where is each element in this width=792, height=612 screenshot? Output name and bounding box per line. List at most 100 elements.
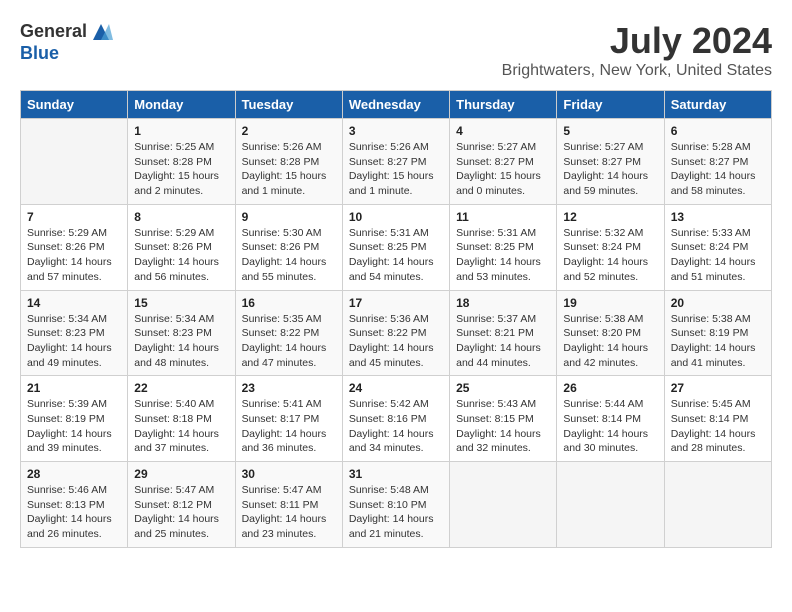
day-number: 3 <box>349 124 443 138</box>
header-monday: Monday <box>128 91 235 119</box>
header-tuesday: Tuesday <box>235 91 342 119</box>
calendar-cell <box>450 462 557 548</box>
calendar-cell: 13 Sunrise: 5:33 AM Sunset: 8:24 PM Dayli… <box>664 204 771 290</box>
day-number: 6 <box>671 124 765 138</box>
calendar-cell: 29 Sunrise: 5:47 AM Sunset: 8:12 PM Dayli… <box>128 462 235 548</box>
calendar-cell: 11 Sunrise: 5:31 AM Sunset: 8:25 PM Dayli… <box>450 204 557 290</box>
calendar-cell: 15 Sunrise: 5:34 AM Sunset: 8:23 PM Dayli… <box>128 290 235 376</box>
calendar-cell <box>557 462 664 548</box>
day-info: Sunrise: 5:38 AM Sunset: 8:20 PM Dayligh… <box>563 312 657 371</box>
day-number: 26 <box>563 381 657 395</box>
day-info: Sunrise: 5:44 AM Sunset: 8:14 PM Dayligh… <box>563 397 657 456</box>
day-info: Sunrise: 5:34 AM Sunset: 8:23 PM Dayligh… <box>27 312 121 371</box>
calendar-cell: 30 Sunrise: 5:47 AM Sunset: 8:11 PM Dayli… <box>235 462 342 548</box>
day-info: Sunrise: 5:40 AM Sunset: 8:18 PM Dayligh… <box>134 397 228 456</box>
day-info: Sunrise: 5:47 AM Sunset: 8:11 PM Dayligh… <box>242 483 336 542</box>
week-row-4: 21Sunrise: 5:39 AM Sunset: 8:19 PM Dayli… <box>21 376 772 462</box>
day-number: 2 <box>242 124 336 138</box>
day-info: Sunrise: 5:33 AM Sunset: 8:24 PM Dayligh… <box>671 226 765 285</box>
header-saturday: Saturday <box>664 91 771 119</box>
day-number: 27 <box>671 381 765 395</box>
day-number: 23 <box>242 381 336 395</box>
logo-blue-text: Blue <box>20 43 59 63</box>
day-number: 25 <box>456 381 550 395</box>
day-info: Sunrise: 5:46 AM Sunset: 8:13 PM Dayligh… <box>27 483 121 542</box>
header-thursday: Thursday <box>450 91 557 119</box>
logo-general-text: General <box>20 22 87 42</box>
day-info: Sunrise: 5:26 AM Sunset: 8:27 PM Dayligh… <box>349 140 443 199</box>
day-info: Sunrise: 5:48 AM Sunset: 8:10 PM Dayligh… <box>349 483 443 542</box>
header-wednesday: Wednesday <box>342 91 449 119</box>
title-block: July 2024 Brightwaters, New York, United… <box>502 20 772 80</box>
header-sunday: Sunday <box>21 91 128 119</box>
day-info: Sunrise: 5:29 AM Sunset: 8:26 PM Dayligh… <box>27 226 121 285</box>
calendar-cell: 3 Sunrise: 5:26 AM Sunset: 8:27 PM Daylig… <box>342 119 449 205</box>
day-info: Sunrise: 5:31 AM Sunset: 8:25 PM Dayligh… <box>349 226 443 285</box>
calendar-header-row: SundayMondayTuesdayWednesdayThursdayFrid… <box>21 91 772 119</box>
calendar-cell: 8 Sunrise: 5:29 AM Sunset: 8:26 PM Daylig… <box>128 204 235 290</box>
day-info: Sunrise: 5:31 AM Sunset: 8:25 PM Dayligh… <box>456 226 550 285</box>
day-number: 15 <box>134 296 228 310</box>
day-info: Sunrise: 5:28 AM Sunset: 8:27 PM Dayligh… <box>671 140 765 199</box>
calendar-cell: 7 Sunrise: 5:29 AM Sunset: 8:26 PM Daylig… <box>21 204 128 290</box>
calendar-cell: 19Sunrise: 5:38 AM Sunset: 8:20 PM Dayli… <box>557 290 664 376</box>
day-number: 5 <box>563 124 657 138</box>
day-number: 13 <box>671 210 765 224</box>
calendar-cell: 31 Sunrise: 5:48 AM Sunset: 8:10 PM Dayli… <box>342 462 449 548</box>
day-number: 16 <box>242 296 336 310</box>
page-header: General Blue July 2024 Brightwaters, New… <box>20 20 772 80</box>
calendar-cell: 22 Sunrise: 5:40 AM Sunset: 8:18 PM Dayli… <box>128 376 235 462</box>
calendar-cell: 27 Sunrise: 5:45 AM Sunset: 8:14 PM Dayli… <box>664 376 771 462</box>
calendar-cell: 5 Sunrise: 5:27 AM Sunset: 8:27 PM Daylig… <box>557 119 664 205</box>
day-info: Sunrise: 5:37 AM Sunset: 8:21 PM Dayligh… <box>456 312 550 371</box>
calendar-cell: 4Sunrise: 5:27 AM Sunset: 8:27 PM Daylig… <box>450 119 557 205</box>
day-number: 28 <box>27 467 121 481</box>
day-info: Sunrise: 5:45 AM Sunset: 8:14 PM Dayligh… <box>671 397 765 456</box>
day-info: Sunrise: 5:27 AM Sunset: 8:27 PM Dayligh… <box>456 140 550 199</box>
day-number: 7 <box>27 210 121 224</box>
day-number: 22 <box>134 381 228 395</box>
calendar-table: SundayMondayTuesdayWednesdayThursdayFrid… <box>20 90 772 548</box>
day-number: 11 <box>456 210 550 224</box>
day-info: Sunrise: 5:26 AM Sunset: 8:28 PM Dayligh… <box>242 140 336 199</box>
calendar-cell: 16Sunrise: 5:35 AM Sunset: 8:22 PM Dayli… <box>235 290 342 376</box>
day-info: Sunrise: 5:27 AM Sunset: 8:27 PM Dayligh… <box>563 140 657 199</box>
week-row-2: 7 Sunrise: 5:29 AM Sunset: 8:26 PM Daylig… <box>21 204 772 290</box>
day-number: 8 <box>134 210 228 224</box>
calendar-cell <box>664 462 771 548</box>
calendar-cell: 20 Sunrise: 5:38 AM Sunset: 8:19 PM Dayli… <box>664 290 771 376</box>
calendar-cell: 28 Sunrise: 5:46 AM Sunset: 8:13 PM Dayli… <box>21 462 128 548</box>
day-number: 1 <box>134 124 228 138</box>
day-info: Sunrise: 5:43 AM Sunset: 8:15 PM Dayligh… <box>456 397 550 456</box>
day-number: 30 <box>242 467 336 481</box>
day-info: Sunrise: 5:38 AM Sunset: 8:19 PM Dayligh… <box>671 312 765 371</box>
day-info: Sunrise: 5:47 AM Sunset: 8:12 PM Dayligh… <box>134 483 228 542</box>
header-friday: Friday <box>557 91 664 119</box>
day-info: Sunrise: 5:29 AM Sunset: 8:26 PM Dayligh… <box>134 226 228 285</box>
day-number: 24 <box>349 381 443 395</box>
week-row-3: 14Sunrise: 5:34 AM Sunset: 8:23 PM Dayli… <box>21 290 772 376</box>
day-number: 31 <box>349 467 443 481</box>
calendar-cell: 25 Sunrise: 5:43 AM Sunset: 8:15 PM Dayli… <box>450 376 557 462</box>
calendar-cell <box>21 119 128 205</box>
calendar-cell: 2 Sunrise: 5:26 AM Sunset: 8:28 PM Daylig… <box>235 119 342 205</box>
day-info: Sunrise: 5:39 AM Sunset: 8:19 PM Dayligh… <box>27 397 121 456</box>
day-number: 29 <box>134 467 228 481</box>
day-number: 10 <box>349 210 443 224</box>
day-number: 18 <box>456 296 550 310</box>
day-info: Sunrise: 5:34 AM Sunset: 8:23 PM Dayligh… <box>134 312 228 371</box>
calendar-cell: 23 Sunrise: 5:41 AM Sunset: 8:17 PM Dayli… <box>235 376 342 462</box>
calendar-cell: 12Sunrise: 5:32 AM Sunset: 8:24 PM Dayli… <box>557 204 664 290</box>
week-row-1: 1Sunrise: 5:25 AM Sunset: 8:28 PM Daylig… <box>21 119 772 205</box>
logo-icon <box>89 20 113 44</box>
logo: General Blue <box>20 20 113 64</box>
day-number: 12 <box>563 210 657 224</box>
calendar-cell: 18 Sunrise: 5:37 AM Sunset: 8:21 PM Dayli… <box>450 290 557 376</box>
day-info: Sunrise: 5:41 AM Sunset: 8:17 PM Dayligh… <box>242 397 336 456</box>
day-info: Sunrise: 5:42 AM Sunset: 8:16 PM Dayligh… <box>349 397 443 456</box>
week-row-5: 28 Sunrise: 5:46 AM Sunset: 8:13 PM Dayli… <box>21 462 772 548</box>
calendar-cell: 24 Sunrise: 5:42 AM Sunset: 8:16 PM Dayli… <box>342 376 449 462</box>
calendar-cell: 21Sunrise: 5:39 AM Sunset: 8:19 PM Dayli… <box>21 376 128 462</box>
day-info: Sunrise: 5:36 AM Sunset: 8:22 PM Dayligh… <box>349 312 443 371</box>
day-number: 20 <box>671 296 765 310</box>
